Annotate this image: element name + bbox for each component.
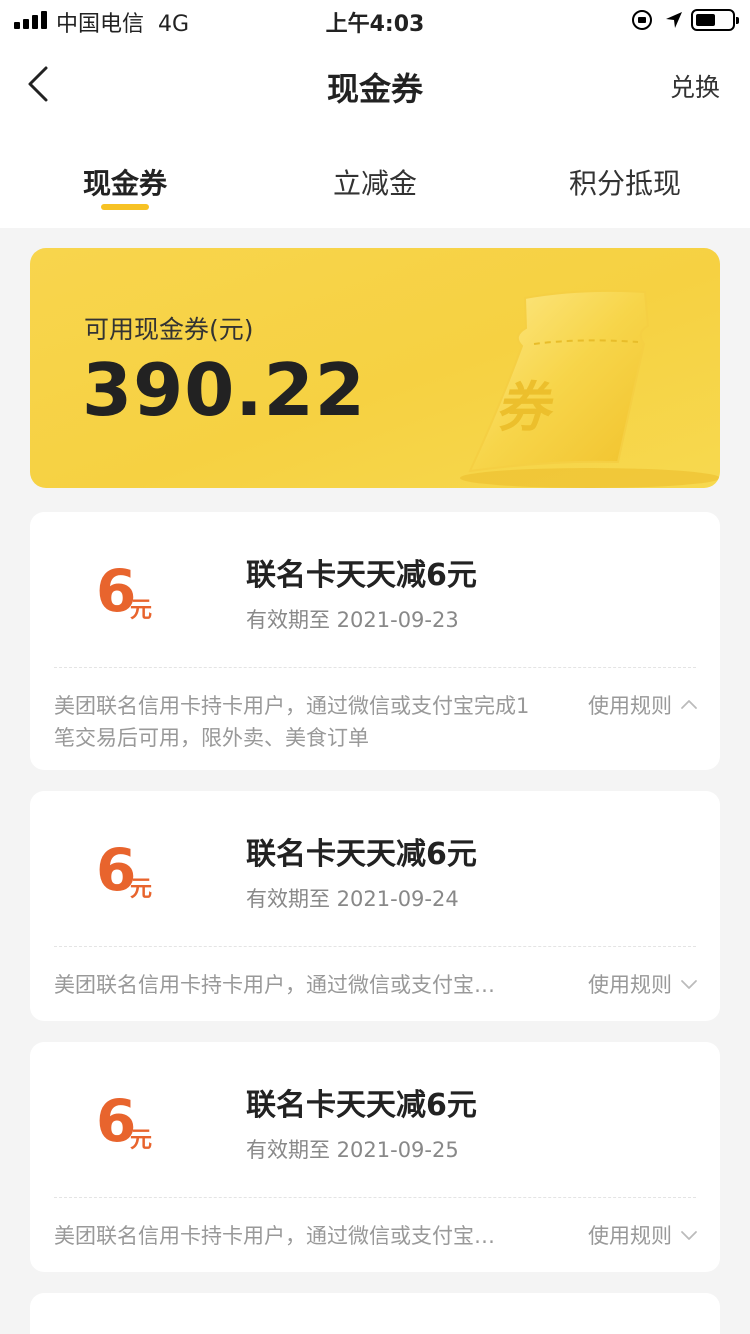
divider <box>54 1197 696 1198</box>
divider <box>54 946 696 947</box>
coupon-validity: 有效期至 2021-09-24 <box>246 887 459 911</box>
coupon-title: 联名卡天天减6元 <box>246 558 477 593</box>
coupon-card[interactable]: 6 元 联名卡天天减6元 有效期至 2021-09-24 美团联名信用卡持卡用户… <box>30 791 720 1021</box>
tab-points-cash[interactable]: 积分抵现 <box>525 162 725 202</box>
active-tab-indicator <box>101 204 149 210</box>
coupon-unit: 元 <box>130 598 153 623</box>
exchange-button[interactable]: 兑换 <box>670 68 720 104</box>
chevron-down-icon[interactable] <box>680 1226 698 1244</box>
coupon-description: 美团联名信用卡持卡用户，通过微信或支付宝… <box>54 1224 495 1248</box>
coupon-card[interactable]: 6 元 联名卡天天减6元 有效期至 2021-09-23 美团联名信用卡持卡用户… <box>30 512 720 770</box>
coupon-balance-banner: 可用现金券(元) 390.22 券 <box>30 248 720 488</box>
usage-rules-toggle[interactable]: 使用规则 <box>588 1220 672 1252</box>
tab-bar: 现金券 立减金 积分抵现 <box>0 130 750 228</box>
status-bar: 中国电信 4G 上午4:03 <box>0 0 750 40</box>
balance-value: 390.22 <box>82 348 366 432</box>
coupon-description: 美团联名信用卡持卡用户，通过微信或支付宝完成1笔交易后可用，限外卖、美食订单 <box>54 694 530 750</box>
chevron-up-icon[interactable] <box>680 696 698 714</box>
balance-label: 可用现金券(元) <box>84 315 254 344</box>
coupon-card[interactable] <box>30 1293 720 1334</box>
coupon-validity: 有效期至 2021-09-23 <box>246 608 459 632</box>
chevron-down-icon[interactable] <box>680 975 698 993</box>
coupon-card[interactable]: 6 元 联名卡天天减6元 有效期至 2021-09-25 美团联名信用卡持卡用户… <box>30 1042 720 1272</box>
page-title: 现金券 <box>326 70 423 108</box>
ticket-illustration-icon: 券 <box>460 289 720 488</box>
divider <box>54 667 696 668</box>
rotation-lock-icon <box>632 10 652 30</box>
location-arrow-icon <box>666 12 682 28</box>
coupon-unit: 元 <box>130 1128 153 1153</box>
usage-rules-toggle[interactable]: 使用规则 <box>588 969 672 1001</box>
coupon-unit: 元 <box>130 877 153 902</box>
battery-icon <box>691 9 739 31</box>
tab-cash-coupon[interactable]: 现金券 <box>25 162 225 202</box>
coupon-title: 联名卡天天减6元 <box>246 837 477 872</box>
coupon-validity: 有效期至 2021-09-25 <box>246 1138 459 1162</box>
coupon-description: 美团联名信用卡持卡用户，通过微信或支付宝… <box>54 973 495 997</box>
tab-instant-discount[interactable]: 立减金 <box>275 162 475 202</box>
usage-rules-toggle[interactable]: 使用规则 <box>588 690 672 722</box>
nav-bar: 现金券 兑换 <box>0 40 750 130</box>
coupon-title: 联名卡天天减6元 <box>246 1088 477 1123</box>
